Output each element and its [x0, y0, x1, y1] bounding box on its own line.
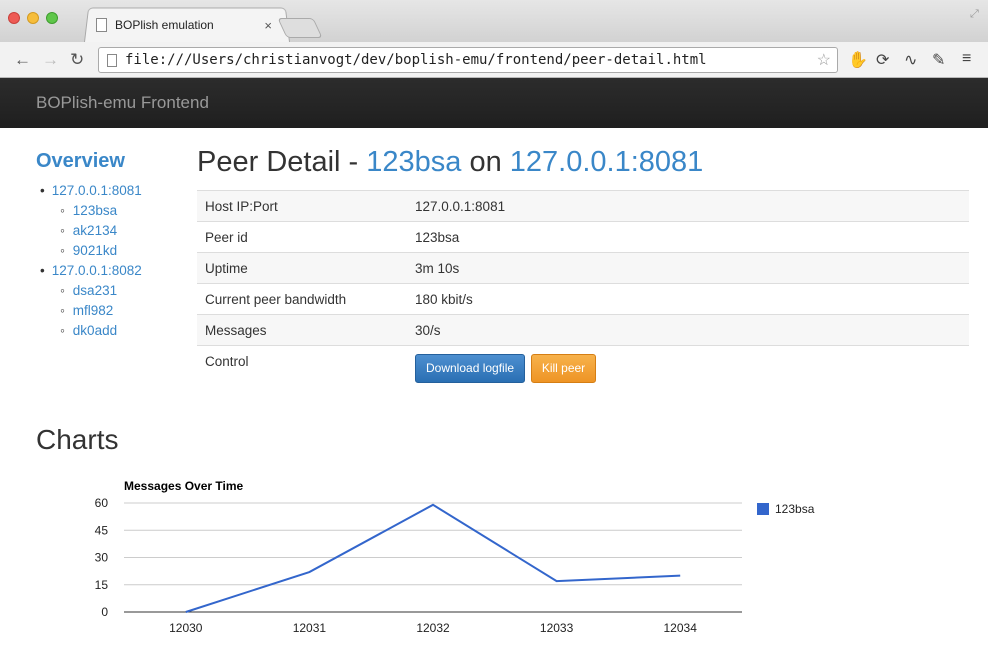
sidebar-peer-item[interactable]: mfl982 [36, 301, 186, 321]
legend-swatch [757, 503, 769, 515]
y-tick-label: 15 [95, 578, 109, 592]
sidebar-peer-item[interactable]: dsa231 [36, 281, 186, 301]
sidebar-peer-item[interactable]: dk0add [36, 321, 186, 341]
kill-peer-button[interactable]: Kill peer [530, 354, 597, 383]
peer-link[interactable]: 123bsa [366, 146, 461, 178]
x-tick-label: 12030 [169, 621, 203, 635]
detail-key: Host IP:Port [197, 190, 407, 222]
detail-key: Uptime [197, 252, 407, 284]
menu-icon[interactable]: ≡ [962, 50, 971, 68]
x-tick-label: 12034 [664, 621, 698, 635]
download-logfile-button[interactable]: Download logfile [415, 354, 526, 383]
y-tick-label: 30 [95, 551, 109, 565]
table-row: Host IP:Port 127.0.0.1:8081 [197, 190, 969, 222]
table-row: Current peer bandwidth 180 kbit/s [197, 283, 969, 315]
page-icon [96, 18, 107, 32]
page-icon [107, 53, 117, 67]
control-cell: Download logfile Kill peer [407, 345, 969, 390]
page-title: Peer Detail - 123bsa on 127.0.0.1:8081 [197, 146, 704, 178]
x-tick-label: 12033 [540, 621, 574, 635]
tab-close-icon[interactable]: × [264, 18, 272, 33]
host-link[interactable]: 127.0.0.1:8081 [510, 146, 704, 178]
sidebar: Overview 127.0.0.1:8081 123bsa ak2134 90… [36, 150, 186, 341]
sidebar-host-item[interactable]: 127.0.0.1:8081 [36, 181, 186, 201]
wrench-icon[interactable]: ✎ [932, 50, 945, 70]
sidebar-peer-item[interactable]: 9021kd [36, 241, 186, 261]
brand-link[interactable]: BOPlish-emu Frontend [36, 93, 209, 113]
fullscreen-icon[interactable]: ⤢ [970, 8, 979, 21]
table-row: Uptime 3m 10s [197, 252, 969, 284]
back-icon[interactable]: ← [14, 50, 31, 70]
main-content: Peer Detail - 123bsa on 127.0.0.1:8081 H… [197, 146, 969, 390]
bookmark-star-icon[interactable]: ☆ [817, 50, 831, 70]
series-line [185, 503, 681, 613]
detail-key: Messages [197, 314, 407, 346]
control-label: Control [197, 345, 407, 390]
x-tick-label: 12031 [293, 621, 327, 635]
legend-label: 123bsa [775, 502, 815, 516]
pulse-extension-icon[interactable]: ∿ [904, 50, 917, 70]
close-window-button[interactable] [8, 12, 20, 24]
browser-tab-content[interactable]: BOPlish emulation × [96, 15, 286, 35]
detail-value: 180 kbit/s [407, 283, 969, 315]
detail-value: 127.0.0.1:8081 [407, 190, 969, 222]
messages-chart: Messages Over Time 0 15 30 45 60 12030 12031 120… [95, 479, 815, 635]
browser-tab-bar: BOPlish emulation × ⤢ [0, 0, 988, 43]
detail-key: Current peer bandwidth [197, 283, 407, 315]
sync-extension-icon[interactable]: ⟳ [876, 50, 889, 70]
tab-title: BOPlish emulation [115, 18, 214, 32]
chart-title: Messages Over Time [124, 479, 244, 493]
detail-value: 30/s [407, 314, 969, 346]
hand-extension-icon[interactable]: ✋ [848, 50, 868, 70]
table-row: Messages 30/s [197, 314, 969, 346]
detail-key: Peer id [197, 221, 407, 253]
reload-icon[interactable]: ↻ [70, 50, 84, 70]
control-row: Control Download logfile Kill peer [197, 345, 969, 390]
detail-value: 3m 10s [407, 252, 969, 284]
forward-icon[interactable]: → [42, 50, 59, 70]
sidebar-host-item[interactable]: 127.0.0.1:8082 [36, 261, 186, 281]
sidebar-peer-item[interactable]: 123bsa [36, 201, 186, 221]
address-bar[interactable]: file:///Users/christianvogt/dev/boplish-… [98, 47, 838, 73]
y-tick-label: 60 [95, 496, 109, 510]
url-text[interactable]: file:///Users/christianvogt/dev/boplish-… [125, 52, 817, 68]
navbar: BOPlish-emu Frontend [0, 78, 988, 128]
zoom-window-button[interactable] [46, 12, 58, 24]
sidebar-heading[interactable]: Overview [36, 150, 186, 173]
peer-detail-table: Host IP:Port 127.0.0.1:8081 Peer id 123b… [197, 190, 969, 390]
charts-heading: Charts [36, 424, 119, 455]
y-tick-label: 0 [101, 605, 108, 619]
x-tick-label: 12032 [416, 621, 450, 635]
sidebar-peer-item[interactable]: ak2134 [36, 221, 186, 241]
detail-value: 123bsa [407, 221, 969, 253]
table-row: Peer id 123bsa [197, 221, 969, 253]
minimize-window-button[interactable] [27, 12, 39, 24]
y-tick-label: 45 [95, 523, 109, 537]
browser-toolbar: ← → ↻ file:///Users/christianvogt/dev/bo… [0, 42, 988, 78]
